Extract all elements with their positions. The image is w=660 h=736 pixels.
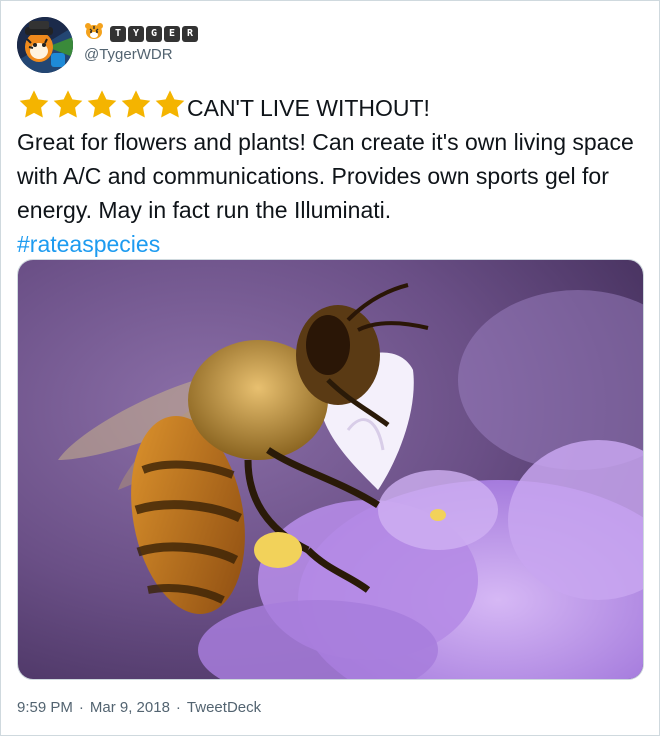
hashtag-link[interactable]: #rateaspecies bbox=[17, 231, 160, 257]
five-star-rating bbox=[17, 89, 187, 119]
star-icon bbox=[19, 90, 49, 118]
tweet-headline: CAN'T LIVE WITHOUT! bbox=[187, 95, 430, 121]
meta-separator: · bbox=[175, 699, 181, 716]
star-icon bbox=[155, 90, 185, 118]
name-letter: Y bbox=[128, 25, 144, 42]
star-icon bbox=[53, 90, 83, 118]
user-handle[interactable]: @TygerWDR bbox=[84, 46, 173, 63]
tweet-meta: 9:59 PM · Mar 9, 2018 · TweetDeck bbox=[17, 699, 261, 716]
display-name[interactable]: T Y G E R bbox=[84, 22, 198, 45]
name-letter: G bbox=[146, 25, 162, 42]
tiger-face-icon bbox=[84, 22, 104, 45]
tweet-card: T Y G E R @TygerWDR CAN'T LIVE WITHOUT! … bbox=[0, 0, 660, 736]
meta-separator: · bbox=[78, 699, 84, 716]
tweet-time[interactable]: 9:59 PM bbox=[17, 699, 73, 716]
bee-on-flower-photo[interactable] bbox=[17, 259, 644, 680]
star-icon bbox=[87, 90, 117, 118]
tweet-text: CAN'T LIVE WITHOUT! Great for flowers an… bbox=[17, 89, 645, 261]
star-icon bbox=[121, 90, 151, 118]
name-letter: T bbox=[110, 25, 126, 42]
tweet-body: Great for flowers and plants! Can create… bbox=[17, 129, 634, 223]
name-letter: R bbox=[182, 25, 198, 42]
tweet-date[interactable]: Mar 9, 2018 bbox=[90, 699, 170, 716]
tiger-avatar-icon[interactable] bbox=[17, 17, 73, 73]
display-name-letters: T Y G E R bbox=[110, 25, 198, 42]
name-letter: E bbox=[164, 25, 180, 42]
tweet-source[interactable]: TweetDeck bbox=[187, 699, 261, 716]
